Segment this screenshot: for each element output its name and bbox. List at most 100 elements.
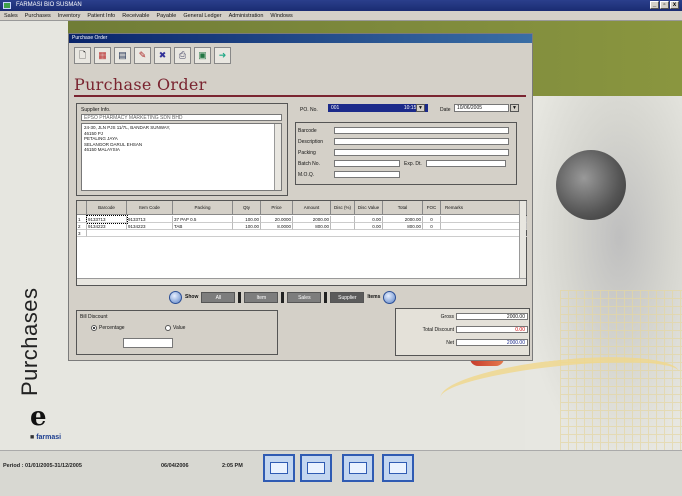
column-header[interactable]: Disc Value [355, 201, 383, 215]
cell-packing[interactable]: TAB [173, 223, 233, 230]
row-number: 2 [77, 223, 87, 230]
discount-input[interactable] [123, 338, 173, 348]
taskbar-window-button[interactable] [382, 454, 414, 482]
column-header[interactable]: Total [383, 201, 423, 215]
bill-discount-label: Bill Discount [80, 314, 108, 320]
save-icon[interactable]: ▤ [114, 47, 131, 64]
column-header[interactable]: Qty [233, 201, 261, 215]
menu-receivable[interactable]: Receivable [122, 11, 149, 20]
close-button[interactable]: x [670, 1, 679, 9]
menu-general-ledger[interactable]: General Ledger [183, 11, 221, 20]
filter-sales-button[interactable]: Sales [287, 291, 322, 303]
cell-foc[interactable]: 0 [423, 223, 441, 230]
menu-purchases[interactable]: Purchases [25, 11, 51, 20]
column-header[interactable]: Price [261, 201, 293, 215]
cell-disc[interactable] [331, 223, 355, 230]
column-header[interactable]: Disc (%) [331, 201, 355, 215]
cell-foc[interactable]: 0 [423, 216, 441, 223]
window-icon [389, 462, 407, 474]
menu-inventory[interactable]: Inventory [58, 11, 81, 20]
cell-price[interactable]: 20.0000 [261, 216, 293, 223]
packing-field[interactable] [334, 149, 509, 156]
period-text: Period : 01/01/2005-31/12/2005 [3, 463, 82, 469]
maximize-button[interactable]: ▫ [660, 1, 669, 9]
column-header[interactable]: Amount [293, 201, 331, 215]
print-icon[interactable]: ⎙ [174, 47, 191, 64]
total-discount-value: 0.00 [456, 326, 528, 333]
column-header[interactable]: Packing [173, 201, 233, 215]
open-icon[interactable]: ▦ [94, 47, 111, 64]
taskbar-window-button[interactable] [342, 454, 374, 482]
address-scrollbar[interactable] [274, 124, 281, 190]
cell-remarks[interactable] [441, 216, 527, 223]
cell-barcode[interactable]: 9133713 [86, 215, 128, 224]
next-arrow-icon[interactable] [383, 290, 397, 304]
column-header[interactable]: Remarks [441, 201, 527, 215]
supplier-address[interactable]: 24-30, JLN PJS 11/7L, BANDAR SUNWAY, 461… [81, 123, 282, 191]
percentage-label: Percentage [99, 325, 125, 331]
cell-disc-value[interactable]: 0.00 [355, 216, 383, 223]
filter-all-button[interactable]: All [201, 291, 236, 303]
menu-payable[interactable]: Payable [156, 11, 176, 20]
cell-item-code[interactable]: 9133713 [127, 216, 173, 223]
packing-label: Packing [298, 149, 316, 156]
section-label: Purchases [17, 287, 42, 396]
items-label: Items [367, 294, 381, 300]
cell-total[interactable]: 2000.00 [383, 216, 423, 223]
prev-arrow-icon[interactable] [169, 290, 182, 304]
items-grid[interactable]: Barcode Item Code Packing Qty Price Amou… [76, 200, 527, 286]
filter-supplier-button[interactable]: Supplier [330, 291, 365, 303]
menu-patient-info[interactable]: Patient Info [87, 11, 115, 20]
po-number-label: PO. No. [300, 107, 318, 113]
taskbar-window-button[interactable] [263, 454, 295, 482]
cell-price[interactable]: 8.0000 [261, 223, 293, 230]
cell-remarks[interactable] [441, 223, 527, 230]
cell-barcode[interactable]: 9134223 [87, 223, 127, 230]
toolbar: 🗋 ▦ ▤ ✎ ✖ ⎙ ▣ ➜ [74, 47, 231, 69]
chevron-down-icon[interactable]: ▼ [416, 104, 425, 112]
date-field[interactable]: 10/06/2005 [454, 104, 509, 112]
supplier-select[interactable]: EPSO PHARMACY MARKETING SDN BHD [81, 114, 282, 121]
cell-packing[interactable]: 37 PAP 0.5 [173, 216, 233, 223]
cell-amount[interactable]: 800.00 [293, 223, 331, 230]
grid-horizontal-scrollbar[interactable] [77, 278, 526, 285]
totals-panel: Gross 2000.00 Total Discount 0.00 Net 2000.… [395, 308, 530, 356]
exit-icon[interactable]: ➜ [214, 47, 231, 64]
delete-icon[interactable]: ✖ [154, 47, 171, 64]
cell-total[interactable]: 800.00 [383, 223, 423, 230]
column-header[interactable]: FOC [423, 201, 441, 215]
exp-date-field[interactable] [426, 160, 506, 167]
minimize-button[interactable]: _ [650, 1, 659, 9]
cell-disc-value[interactable]: 0.00 [355, 223, 383, 230]
menu-administration[interactable]: Administration [229, 11, 264, 20]
value-option[interactable]: Value [165, 325, 185, 331]
column-header[interactable]: Barcode [87, 201, 127, 215]
radio-percentage[interactable] [91, 325, 97, 331]
cell-qty[interactable]: 100.00 [233, 223, 261, 230]
batch-field[interactable] [334, 160, 400, 167]
cell-qty[interactable]: 100.00 [233, 216, 261, 223]
taskbar-window-button[interactable] [300, 454, 332, 482]
logo-icon: e [30, 402, 47, 432]
percentage-option[interactable]: Percentage [91, 325, 125, 331]
radio-value[interactable] [165, 325, 171, 331]
menu-sales[interactable]: Sales [4, 11, 18, 20]
moq-field[interactable] [334, 171, 400, 178]
cell-item-code[interactable]: 9134223 [127, 223, 173, 230]
separator [281, 291, 285, 303]
menu-windows[interactable]: Windows [270, 11, 292, 20]
barcode-field[interactable] [334, 127, 509, 134]
new-icon[interactable]: 🗋 [74, 47, 91, 64]
table-row[interactable] [87, 230, 527, 237]
column-header[interactable]: Item Code [127, 201, 173, 215]
description-field[interactable] [334, 138, 509, 145]
preview-icon[interactable]: ▣ [194, 47, 211, 64]
cell-disc[interactable] [331, 216, 355, 223]
grid-vertical-scrollbar[interactable] [519, 201, 526, 279]
filter-item-button[interactable]: Item [244, 291, 279, 303]
chevron-down-icon[interactable]: ▼ [510, 104, 519, 112]
cell-amount[interactable]: 2000.00 [293, 216, 331, 223]
po-number-select[interactable]: 001 10:15 AM [328, 104, 428, 112]
edit-icon[interactable]: ✎ [134, 47, 151, 64]
window-icon [349, 462, 367, 474]
